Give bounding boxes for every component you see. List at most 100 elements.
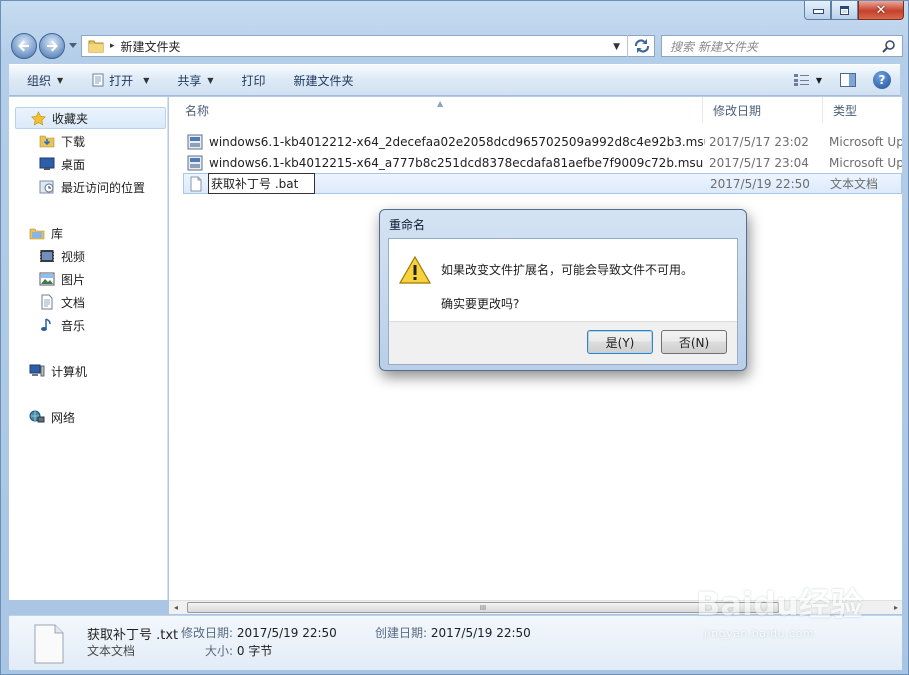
back-button[interactable] bbox=[11, 33, 37, 59]
baidu-watermark: Baidu经验 jingyan.baidu.com bbox=[696, 579, 876, 659]
nav-recent-label: 最近访问的位置 bbox=[61, 180, 146, 195]
details-modified-value: 2017/5/19 22:50 bbox=[236, 626, 337, 640]
nav-computer-label: 计算机 bbox=[51, 364, 88, 379]
nav-music[interactable]: 音乐 bbox=[39, 314, 85, 336]
nav-favorites[interactable]: 收藏夹 bbox=[15, 107, 166, 129]
notepad-icon bbox=[92, 73, 104, 87]
share-menu[interactable]: 共享 ▼ bbox=[159, 65, 223, 95]
organize-label: 组织 bbox=[27, 73, 52, 88]
file-row-selected[interactable]: 获取补丁号 .bat 2017/5/19 22:50 文本文档 bbox=[183, 173, 902, 194]
nav-downloads[interactable]: 下载 bbox=[39, 130, 85, 152]
open-menu[interactable]: 打开 ▼ bbox=[73, 65, 159, 95]
address-dropdown-icon[interactable]: ▼ bbox=[613, 42, 620, 52]
details-size-value: 0 字节 bbox=[236, 644, 273, 658]
path-separator-icon[interactable]: ▸ bbox=[110, 41, 115, 51]
nav-network[interactable]: 网络 bbox=[29, 406, 75, 428]
address-folder-name[interactable]: 新建文件夹 bbox=[121, 38, 181, 55]
search-icon[interactable] bbox=[882, 39, 896, 53]
preview-pane-button[interactable] bbox=[834, 69, 862, 91]
watermark-url: jingyan.baidu.com bbox=[704, 627, 815, 640]
scroll-left-icon[interactable]: ◂ bbox=[174, 603, 178, 612]
address-bar[interactable]: ▸ 新建文件夹 ▼ bbox=[81, 35, 655, 57]
chevron-down-icon: ▼ bbox=[57, 75, 64, 85]
nav-videos-label: 视频 bbox=[61, 249, 86, 264]
warning-icon bbox=[399, 255, 431, 284]
minimize-button[interactable] bbox=[804, 1, 831, 20]
dialog-body: 如果改变文件扩展名，可能会导致文件不可用。 确实要更改吗? 是(Y) 否(N) bbox=[388, 238, 738, 365]
new-folder-button[interactable]: 新建文件夹 bbox=[276, 65, 364, 95]
downloads-folder-icon bbox=[39, 133, 55, 149]
organize-menu[interactable]: 组织 ▼ bbox=[9, 65, 73, 95]
text-file-large-icon bbox=[34, 624, 64, 664]
rename-input-value: 获取补丁号 .bat bbox=[211, 177, 299, 191]
close-button[interactable]: ✕ bbox=[858, 1, 904, 20]
rename-input[interactable]: 获取补丁号 .bat bbox=[208, 173, 315, 194]
dialog-button-bar: 是(Y) 否(N) bbox=[389, 321, 737, 364]
nav-documents[interactable]: 文档 bbox=[39, 291, 85, 313]
maximize-button[interactable] bbox=[831, 1, 858, 20]
no-button[interactable]: 否(N) bbox=[661, 330, 727, 354]
sort-ascending-icon: ▲ bbox=[437, 99, 444, 108]
msu-package-icon bbox=[187, 155, 203, 170]
new-folder-label: 新建文件夹 bbox=[293, 73, 354, 88]
file-row[interactable]: windows6.1-kb4012212-x64_2decefaa02e2058… bbox=[183, 131, 902, 152]
file-type: Microsoft Up bbox=[829, 155, 902, 170]
nav-libraries[interactable]: 库 bbox=[29, 222, 63, 244]
print-label: 打印 bbox=[241, 73, 266, 88]
nav-desktop[interactable]: 桌面 bbox=[39, 153, 85, 175]
address-row: ▸ 新建文件夹 ▼ 搜索 新建文件夹 bbox=[9, 32, 903, 60]
column-date-label: 修改日期 bbox=[713, 103, 762, 118]
details-created-value: 2017/5/19 22:50 bbox=[430, 626, 531, 640]
file-type: Microsoft Up bbox=[829, 134, 902, 149]
details-file-type: 文本文档 bbox=[87, 644, 136, 658]
toolbar-right: ▼ ? bbox=[788, 69, 900, 91]
scroll-right-icon[interactable]: ▸ bbox=[894, 603, 898, 612]
yes-button[interactable]: 是(Y) bbox=[587, 330, 653, 354]
column-type-label: 类型 bbox=[833, 103, 858, 118]
nav-desktop-label: 桌面 bbox=[61, 157, 86, 172]
details-size-label: 大小: bbox=[205, 644, 234, 658]
rename-dialog: 重命名 如果改变文件扩展名，可能会导致文件不可用。 确实要更改吗? 是(Y) 否… bbox=[379, 209, 747, 371]
help-icon: ? bbox=[873, 71, 891, 89]
file-date: 2017/5/17 23:04 bbox=[709, 155, 809, 170]
column-header-date[interactable]: 修改日期 bbox=[703, 97, 823, 123]
library-icon bbox=[29, 225, 45, 241]
nav-pictures-label: 图片 bbox=[61, 272, 86, 287]
nav-pictures[interactable]: 图片 bbox=[39, 268, 85, 290]
desktop-icon bbox=[39, 156, 55, 172]
view-chevron-down-icon[interactable]: ▼ bbox=[816, 76, 822, 85]
nav-recent[interactable]: 最近访问的位置 bbox=[39, 176, 145, 198]
search-box[interactable]: 搜索 新建文件夹 bbox=[661, 35, 903, 57]
file-date: 2017/5/19 22:50 bbox=[710, 176, 810, 191]
computer-icon bbox=[29, 363, 45, 379]
folder-icon bbox=[88, 40, 104, 53]
search-input[interactable]: 搜索 新建文件夹 bbox=[670, 38, 882, 55]
view-list-icon bbox=[793, 74, 809, 86]
scrollbar-thumb[interactable]: III bbox=[187, 602, 779, 613]
recent-pages-icon[interactable] bbox=[69, 41, 77, 49]
close-icon: ✕ bbox=[875, 2, 887, 18]
maximize-icon bbox=[840, 5, 849, 15]
navigation-pane: 收藏夹 下载 桌面 最近访问的位置 库 视频 图片 文档 音乐 计算机 网络 bbox=[9, 97, 168, 600]
forward-button[interactable] bbox=[39, 33, 65, 59]
chevron-down-icon: ▼ bbox=[207, 75, 214, 85]
file-row[interactable]: windows6.1-kb4012215-x64_a777b8c251dcd83… bbox=[183, 152, 902, 173]
refresh-icon bbox=[634, 39, 649, 53]
column-header-type[interactable]: 类型 bbox=[823, 97, 902, 123]
chevron-down-icon: ▼ bbox=[143, 75, 150, 85]
nav-favorites-label: 收藏夹 bbox=[52, 111, 89, 126]
help-button[interactable]: ? bbox=[868, 69, 896, 91]
recent-places-icon bbox=[39, 179, 55, 195]
watermark-logo: Baidu经验 bbox=[696, 585, 863, 623]
refresh-button[interactable] bbox=[627, 35, 655, 57]
nav-videos[interactable]: 视频 bbox=[39, 245, 85, 267]
nav-computer[interactable]: 计算机 bbox=[29, 360, 87, 382]
explorer-window: ✕ ▸ 新建文件夹 ▼ 搜索 新建文件夹 组织 ▼ 打开 ▼ 共享 ▼ 打印 新… bbox=[0, 0, 909, 675]
network-icon bbox=[29, 409, 45, 425]
file-date: 2017/5/17 23:02 bbox=[709, 134, 809, 149]
documents-icon bbox=[39, 294, 55, 310]
print-button[interactable]: 打印 bbox=[224, 65, 276, 95]
text-file-icon bbox=[190, 176, 202, 191]
music-icon bbox=[39, 317, 55, 333]
view-options-button[interactable] bbox=[788, 69, 816, 91]
